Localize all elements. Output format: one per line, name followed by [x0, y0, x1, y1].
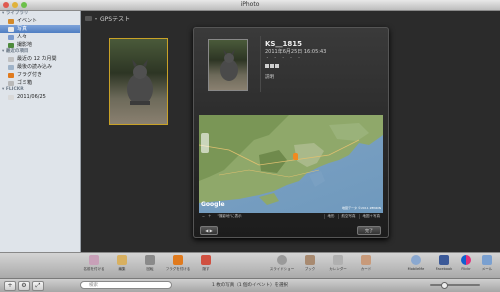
faces-icon	[8, 34, 14, 40]
photos-icon	[8, 26, 14, 32]
zoom-control[interactable]	[201, 133, 209, 153]
rotate-icon	[145, 255, 155, 265]
calendar-icon	[8, 56, 14, 62]
sidebar-toolbar	[0, 252, 82, 279]
navigation-arrows[interactable]: ◀ ▶	[200, 226, 218, 235]
status-text: 1 枚の写真（1 個のイベント）を選択	[211, 283, 289, 288]
map-footer: − ＋ "撮影地"に表示 地形 航空写真 地図＋写真	[199, 213, 383, 220]
book-icon	[305, 255, 315, 265]
keyword-chip	[270, 64, 274, 68]
map-type-terrain[interactable]: 地形	[323, 214, 338, 219]
toolbar-mobileme-button[interactable]: MobileMe	[403, 255, 429, 271]
toolbar-hide-button[interactable]: 隠す	[193, 255, 219, 272]
photo-date: 2011年6月25日 16:05:43	[265, 49, 327, 55]
toolbar-edit-button[interactable]: 編集	[109, 255, 135, 272]
sidebar-item-photos[interactable]: 写真	[0, 25, 80, 33]
toolbar: 名前を付ける 編集 回転 フラグを付ける 隠す スライドショー ブック カレンダ…	[81, 252, 500, 279]
calendar-icon	[333, 255, 343, 265]
trash-icon	[8, 80, 14, 86]
sidebar-item-last-12-months[interactable]: 最近の 12 カ月間	[0, 55, 80, 63]
zoom-in-icon[interactable]: ＋	[208, 214, 212, 219]
map-terrain	[199, 115, 383, 205]
toolbar-mail-button[interactable]: メール	[474, 255, 500, 272]
show-in-places-link[interactable]: "撮影地"に表示	[217, 214, 241, 219]
flickr-icon	[8, 94, 14, 100]
sidebar-item-last-import[interactable]: 最後の読み込み	[0, 63, 80, 71]
mobileme-icon	[411, 255, 421, 265]
map-type-hybrid[interactable]: 地図＋写真	[358, 214, 384, 219]
card-icon	[361, 255, 371, 265]
sidebar-item-events[interactable]: イベント	[0, 17, 80, 25]
location-pin-icon[interactable]	[293, 153, 298, 160]
slideshow-icon	[277, 255, 287, 265]
sidebar-item-flagged[interactable]: フラグ付き	[0, 71, 80, 79]
panel-divider	[260, 36, 261, 92]
zoom-slider-knob[interactable]	[441, 282, 448, 289]
photo-thumbnail[interactable]	[109, 38, 168, 125]
status-bar: + ⚙ ⤢ 検索 1 枚の写真（1 個のイベント）を選択	[0, 278, 500, 292]
keyword-chip	[275, 64, 279, 68]
hide-icon	[201, 255, 211, 265]
flag-icon	[8, 72, 14, 78]
sidebar: ▾ ライブラリ イベント 写真 人々 撮影地 ▾ 最近の項目 最近の 12 カ月…	[0, 11, 81, 252]
event-icon	[85, 16, 92, 21]
places-icon	[8, 42, 14, 48]
sidebar-item-trash[interactable]: ゴミ箱	[0, 79, 80, 87]
google-logo: Google	[201, 201, 225, 208]
rating-stars[interactable]: ・ ・ ・ ・ ・	[265, 55, 302, 61]
events-icon	[8, 18, 14, 24]
toolbar-name-button[interactable]: 名前を付ける	[81, 255, 107, 272]
photo-browser: ▾ GPSテスト KS＿1815 2011年6月25日 16:05:43 ・ ・…	[81, 11, 500, 252]
toolbar-card-button[interactable]: カード	[353, 255, 379, 272]
window-title: iPhoto	[240, 1, 260, 8]
edit-icon	[117, 255, 127, 265]
toolbar-book-button[interactable]: ブック	[297, 255, 323, 272]
event-header: ▾ GPSテスト	[85, 14, 130, 23]
toolbar-slideshow-button[interactable]: スライドショー	[269, 255, 295, 272]
dog-photo-small	[220, 49, 238, 81]
info-thumbnail	[208, 39, 248, 91]
map-attribution: 地図データ ©2011 ZENRIN	[342, 206, 381, 210]
mail-icon	[482, 255, 492, 265]
facebook-icon	[439, 255, 449, 265]
location-map[interactable]: Google 地図データ ©2011 ZENRIN	[199, 115, 383, 213]
dog-photo	[127, 59, 153, 105]
event-title: GPSテスト	[100, 16, 131, 23]
import-icon	[8, 64, 14, 70]
zoom-slider[interactable]	[430, 284, 480, 286]
toolbar-flag-button[interactable]: フラグを付ける	[165, 255, 191, 272]
toolbar-calendar-button[interactable]: カレンダー	[325, 255, 351, 272]
zoom-out-icon[interactable]: −	[202, 215, 205, 219]
description-field[interactable]: 説明	[265, 74, 274, 80]
sidebar-item-flickr-album[interactable]: 2011/06/25	[0, 93, 80, 101]
done-button[interactable]: 完了	[357, 226, 381, 235]
map-type-satellite[interactable]: 航空写真	[337, 214, 359, 219]
sidebar-item-faces[interactable]: 人々	[0, 33, 80, 41]
title-bar: iPhoto	[0, 0, 500, 11]
flickr-icon	[461, 255, 471, 265]
disclosure-icon[interactable]: ▾	[95, 16, 97, 21]
toolbar-rotate-button[interactable]: 回転	[137, 255, 163, 272]
flag-icon	[173, 255, 183, 265]
keyword-chips	[265, 64, 279, 68]
sidebar-item-places[interactable]: 撮影地	[0, 41, 80, 49]
name-icon	[89, 255, 99, 265]
keyword-chip	[265, 64, 269, 68]
info-panel: KS＿1815 2011年6月25日 16:05:43 ・ ・ ・ ・ ・ 説明	[193, 27, 389, 238]
